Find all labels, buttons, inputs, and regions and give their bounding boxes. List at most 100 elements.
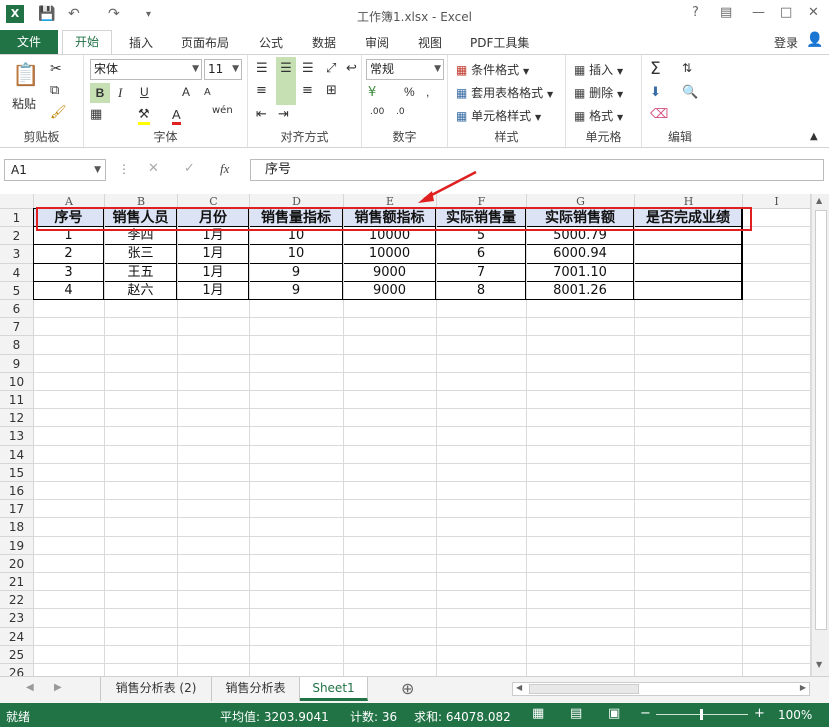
maximize-icon[interactable]: □ (780, 5, 792, 20)
row-header[interactable]: 10 (0, 372, 34, 391)
merge-center-icon[interactable]: ⊞ (326, 83, 337, 98)
increase-indent-icon[interactable]: ⇥ (278, 107, 289, 122)
scroll-up-icon[interactable]: ▲ (816, 196, 822, 205)
row-header[interactable]: 3 (0, 245, 34, 264)
decrease-decimal-icon[interactable]: .0 (396, 107, 405, 117)
row-header[interactable]: 13 (0, 427, 34, 446)
scroll-down-icon[interactable]: ▼ (816, 660, 822, 669)
paste-icon[interactable]: 📋 (12, 63, 39, 88)
fill-icon[interactable]: ⬇ (650, 85, 661, 100)
row-header[interactable]: 22 (0, 591, 34, 610)
add-sheet-icon[interactable]: ⊕ (401, 679, 414, 698)
tab-file[interactable]: 文件 (0, 30, 58, 54)
row-header[interactable]: 24 (0, 627, 34, 646)
shrink-font-button[interactable]: A (204, 87, 211, 98)
formula-input[interactable]: 序号 (250, 159, 824, 181)
currency-icon[interactable]: ¥ (368, 85, 376, 100)
page-break-view-icon[interactable]: ▣ (608, 706, 620, 721)
row-header[interactable]: 25 (0, 645, 34, 664)
borders-icon[interactable]: ▦ (90, 107, 102, 122)
row-header[interactable]: 1 (0, 209, 34, 228)
vertical-scrollbar[interactable]: ▲ ▼ (811, 194, 829, 676)
sheet-tab-sheet1[interactable]: Sheet1 (300, 677, 368, 701)
zoom-in-icon[interactable]: + (754, 706, 765, 721)
row-header[interactable]: 12 (0, 409, 34, 428)
row-header[interactable]: 17 (0, 500, 34, 519)
find-select-icon[interactable]: 🔍 (682, 85, 698, 100)
row-header[interactable]: 23 (0, 609, 34, 628)
align-right-icon[interactable]: ≡ (302, 83, 313, 98)
insert-cells-button[interactable]: ▦ 插入 ▼ (574, 61, 623, 78)
worksheet-grid[interactable]: A B C D E F G H I 1 2 3 4 5 6 7 8 9 10 11 12 13 14 15 16 17 18 19 20… (0, 194, 829, 683)
format-painter-icon[interactable]: 🖌 (50, 105, 67, 120)
percent-button[interactable]: % (404, 85, 415, 99)
decrease-indent-icon[interactable]: ⇤ (256, 107, 267, 122)
sheet-tab-analysis-2[interactable]: 销售分析表 (2) (100, 677, 212, 701)
increase-decimal-icon[interactable]: .00 (370, 107, 384, 117)
comma-button[interactable]: , (426, 85, 429, 99)
number-format-combo[interactable]: 常规 ▼ (366, 59, 444, 80)
row-header[interactable]: 6 (0, 300, 34, 319)
zoom-slider-handle[interactable] (700, 709, 703, 720)
cut-icon[interactable]: ✂ (50, 61, 62, 77)
row-header[interactable]: 2 (0, 227, 34, 246)
paste-button[interactable]: 粘贴 (12, 95, 36, 112)
conditional-format-button[interactable]: ▦ 条件格式 ▼ (456, 61, 529, 78)
row-header[interactable]: 14 (0, 445, 34, 464)
row-header[interactable]: 8 (0, 336, 34, 355)
tab-home[interactable]: 开始 (62, 30, 112, 55)
zoom-out-icon[interactable]: − (640, 706, 651, 721)
align-top-icon[interactable]: ☰ (256, 61, 268, 76)
font-name-combo[interactable]: 宋体 ▼ (90, 59, 202, 80)
row-header[interactable]: 9 (0, 354, 34, 373)
next-sheet-icon[interactable]: ▶ (54, 682, 62, 693)
cancel-icon[interactable]: ✕ (148, 161, 159, 176)
tab-insert[interactable]: 插入 (129, 34, 153, 51)
insert-function-button[interactable]: fx (220, 161, 229, 177)
tab-pdf-tools[interactable]: PDF工具集 (470, 34, 529, 51)
copy-icon[interactable]: ⧉ (50, 83, 59, 98)
select-all-corner[interactable] (0, 194, 34, 209)
scroll-left-icon[interactable]: ◀ (516, 683, 522, 692)
wrap-text-icon[interactable]: ↩ (346, 61, 357, 76)
align-left-icon[interactable]: ≡ (256, 83, 267, 98)
hscroll-thumb[interactable] (529, 684, 639, 694)
sheet-tab-analysis[interactable]: 销售分析表 (212, 677, 300, 701)
page-layout-view-icon[interactable]: ▤ (570, 706, 582, 721)
format-as-table-button[interactable]: ▦ 套用表格格式 ▼ (456, 84, 553, 101)
font-color-icon[interactable]: A (172, 107, 181, 125)
collapse-ribbon-icon[interactable]: ▲ (810, 131, 818, 142)
font-size-combo[interactable]: 11 ▼ (204, 59, 242, 80)
sort-filter-icon[interactable]: ⇅ (682, 61, 692, 75)
row-header[interactable]: 15 (0, 463, 34, 482)
autosum-icon[interactable]: Σ (650, 59, 661, 79)
tab-data[interactable]: 数据 (312, 34, 336, 51)
tab-review[interactable]: 审阅 (365, 34, 389, 51)
column-header[interactable]: I (743, 194, 811, 209)
minimize-icon[interactable]: — (752, 5, 765, 20)
normal-view-icon[interactable]: ▦ (532, 706, 544, 721)
cell-styles-button[interactable]: ▦ 单元格样式 ▼ (456, 107, 541, 124)
enter-icon[interactable]: ✓ (184, 161, 195, 176)
tab-view[interactable]: 视图 (418, 34, 442, 51)
format-cells-button[interactable]: ▦ 格式 ▼ (574, 107, 623, 124)
tab-page-layout[interactable]: 页面布局 (181, 34, 229, 51)
orientation-icon[interactable]: ⤢ (326, 61, 336, 76)
row-header[interactable]: 11 (0, 391, 34, 410)
close-icon[interactable]: ✕ (808, 5, 819, 20)
row-header[interactable]: 4 (0, 263, 34, 282)
zoom-level[interactable]: 100% (778, 708, 812, 722)
row-header[interactable]: 5 (0, 281, 34, 300)
clear-icon[interactable]: ⌫ (650, 107, 668, 122)
scroll-thumb[interactable] (815, 210, 827, 630)
row-header[interactable]: 16 (0, 482, 34, 501)
delete-cells-button[interactable]: ▦ 删除 ▼ (574, 84, 623, 101)
row-header[interactable]: 21 (0, 573, 34, 592)
align-bottom-icon[interactable]: ☰ (302, 61, 314, 76)
align-middle-icon[interactable]: ☰ (276, 57, 296, 105)
ribbon-display-icon[interactable]: ▤ (720, 5, 732, 20)
login-link[interactable]: 登录 (774, 34, 798, 51)
fill-color-icon[interactable]: ⚒ (138, 107, 150, 125)
row-header[interactable]: 7 (0, 318, 34, 337)
italic-button[interactable]: I (118, 85, 122, 101)
